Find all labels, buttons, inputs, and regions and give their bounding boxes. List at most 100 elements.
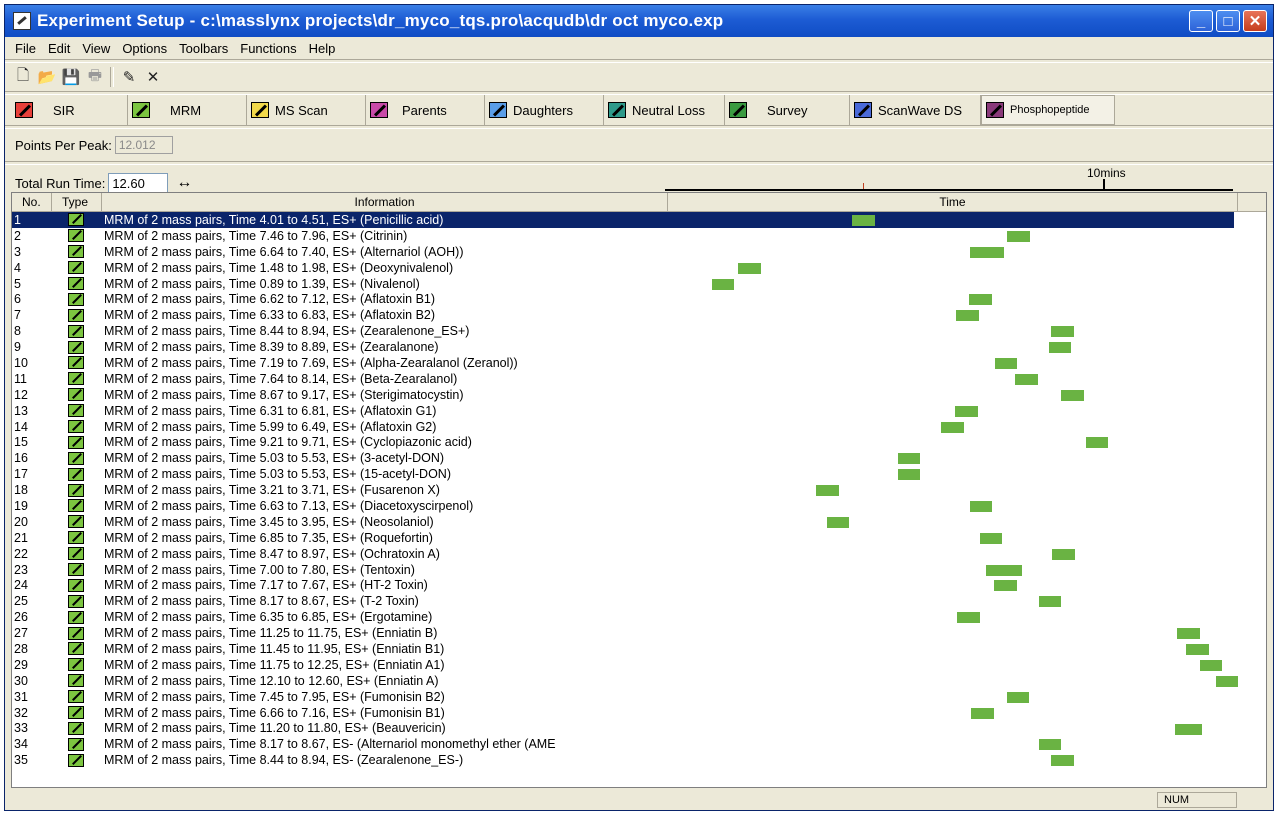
table-row[interactable]: 19 MRM of 2 mass pairs, Time 6.63 to 7.13… [12,498,1266,514]
time-window-bar[interactable] [816,485,839,497]
time-window-bar[interactable] [1006,691,1030,703]
time-window-bar[interactable] [1177,628,1200,640]
time-window-bar[interactable] [956,310,979,322]
menu-toolbars[interactable]: Toolbars [173,41,234,56]
function-parents-button[interactable]: Parents [366,95,485,125]
menu-help[interactable]: Help [303,41,342,56]
table-row[interactable]: 26 MRM of 2 mass pairs, Time 6.35 to 6.85… [12,609,1266,625]
table-row[interactable]: 29 MRM of 2 mass pairs, Time 11.75 to 12.… [12,657,1266,673]
menu-options[interactable]: Options [116,41,173,56]
resize-arrow-icon[interactable]: ↔ [176,174,192,192]
time-window-bar[interactable] [1175,723,1203,735]
table-row[interactable]: 3 MRM of 2 mass pairs, Time 6.64 to 7.40,… [12,244,1266,260]
save-icon[interactable]: 💾 [59,66,83,88]
table-row[interactable]: 23 MRM of 2 mass pairs, Time 7.00 to 7.80… [12,562,1266,578]
column-type[interactable]: Type [52,193,102,211]
menu-file[interactable]: File [9,41,42,56]
column-time[interactable]: Time [668,193,1238,211]
table-row[interactable]: 15 MRM of 2 mass pairs, Time 9.21 to 9.71… [12,434,1266,450]
table-row[interactable]: 5 MRM of 2 mass pairs, Time 0.89 to 1.39,… [12,276,1266,292]
time-window-bar[interactable] [1186,644,1209,656]
minimize-button[interactable]: _ [1189,10,1213,32]
table-row[interactable]: 14 MRM of 2 mass pairs, Time 5.99 to 6.49… [12,419,1266,435]
table-row[interactable]: 32 MRM of 2 mass pairs, Time 6.66 to 7.16… [12,705,1266,721]
table-row[interactable]: 8 MRM of 2 mass pairs, Time 8.44 to 8.94,… [12,323,1266,339]
table-row[interactable]: 6 MRM of 2 mass pairs, Time 6.62 to 7.12,… [12,291,1266,307]
table-row[interactable]: 31 MRM of 2 mass pairs, Time 7.45 to 7.95… [12,689,1266,705]
table-row[interactable]: 7 MRM of 2 mass pairs, Time 6.33 to 6.83,… [12,307,1266,323]
table-row[interactable]: 2 MRM of 2 mass pairs, Time 7.46 to 7.96,… [12,228,1266,244]
column-no[interactable]: No. [12,193,52,211]
function-survey-button[interactable]: Survey [725,95,850,125]
table-row[interactable]: 35 MRM of 2 mass pairs, Time 8.44 to 8.94… [12,752,1266,768]
table-row[interactable]: 34 MRM of 2 mass pairs, Time 8.17 to 8.67… [12,736,1266,752]
table-row[interactable]: 11 MRM of 2 mass pairs, Time 7.64 to 8.14… [12,371,1266,387]
function-scanwave-ds-button[interactable]: ScanWave DS [850,95,981,125]
maximize-button[interactable]: □ [1216,10,1240,32]
time-window-bar[interactable] [979,532,1003,544]
time-window-bar[interactable] [1199,659,1223,671]
menu-edit[interactable]: Edit [42,41,76,56]
time-window-bar[interactable] [970,246,1005,258]
table-row[interactable]: 13 MRM of 2 mass pairs, Time 6.31 to 6.81… [12,403,1266,419]
table-row[interactable]: 21 MRM of 2 mass pairs, Time 6.85 to 7.35… [12,530,1266,546]
time-window-bar[interactable] [1048,342,1072,354]
time-window-bar[interactable] [994,580,1017,592]
time-window-bar[interactable] [955,405,978,417]
table-row[interactable]: 9 MRM of 2 mass pairs, Time 8.39 to 8.89,… [12,339,1266,355]
time-window-bar[interactable] [897,453,921,465]
table-row[interactable]: 4 MRM of 2 mass pairs, Time 1.48 to 1.98,… [12,260,1266,276]
delete-icon[interactable]: ✕ [141,66,165,88]
time-window-bar[interactable] [941,421,964,433]
menu-functions[interactable]: Functions [234,41,302,56]
time-window-bar[interactable] [897,469,921,481]
time-window-bar[interactable] [1052,548,1075,560]
function-mrm-button[interactable]: MRM [128,95,247,125]
table-row[interactable]: 33 MRM of 2 mass pairs, Time 11.20 to 11.… [12,721,1266,737]
time-window-bar[interactable] [711,278,735,290]
time-window-bar[interactable] [1051,755,1074,767]
close-button[interactable]: ✕ [1243,10,1267,32]
open-folder-icon[interactable]: 📂 [35,66,59,88]
table-row[interactable]: 16 MRM of 2 mass pairs, Time 5.03 to 5.53… [12,450,1266,466]
time-window-bar[interactable] [969,294,992,306]
time-window-bar[interactable] [738,262,761,274]
table-row[interactable]: 18 MRM of 2 mass pairs, Time 3.21 to 3.71… [12,482,1266,498]
time-window-bar[interactable] [1039,739,1062,751]
table-row[interactable]: 1 MRM of 2 mass pairs, Time 4.01 to 4.51,… [12,212,1234,228]
table-row[interactable]: 17 MRM of 2 mass pairs, Time 5.03 to 5.53… [12,466,1266,482]
table-row[interactable]: 22 MRM of 2 mass pairs, Time 8.47 to 8.97… [12,546,1266,562]
table-row[interactable]: 10 MRM of 2 mass pairs, Time 7.19 to 7.69… [12,355,1266,371]
table-row[interactable]: 30 MRM of 2 mass pairs, Time 12.10 to 12.… [12,673,1266,689]
time-window-bar[interactable] [1039,596,1062,608]
edit-icon[interactable]: ✎ [117,66,141,88]
total-run-time-field[interactable]: 12.60 [108,173,169,193]
function-sir-button[interactable]: SIR [11,95,128,125]
table-row[interactable]: 20 MRM of 2 mass pairs, Time 3.45 to 3.95… [12,514,1266,530]
function-phosphopeptide-button[interactable]: Phosphopeptide [981,95,1115,125]
time-window-bar[interactable] [1007,230,1030,242]
time-window-bar[interactable] [1015,373,1038,385]
time-window-bar[interactable] [1061,389,1084,401]
table-row[interactable]: 27 MRM of 2 mass pairs, Time 11.25 to 11.… [12,625,1266,641]
time-window-bar[interactable] [1051,326,1074,338]
time-window-bar[interactable] [986,564,1023,576]
time-window-bar[interactable] [969,501,993,513]
print-icon[interactable]: 🖶 [83,66,107,88]
time-window-bar[interactable] [957,612,980,624]
function-neutral-loss-button[interactable]: Neutral Loss [604,95,725,125]
column-information[interactable]: Information [102,193,668,211]
time-window-bar[interactable] [1215,675,1238,687]
time-window-bar[interactable] [826,516,850,528]
table-row[interactable]: 24 MRM of 2 mass pairs, Time 7.17 to 7.67… [12,577,1266,593]
time-window-bar[interactable] [994,358,1018,370]
function-daughters-button[interactable]: Daughters [485,95,604,125]
new-file-icon[interactable]: 🗋 [11,66,35,88]
table-row[interactable]: 28 MRM of 2 mass pairs, Time 11.45 to 11.… [12,641,1266,657]
function-ms-scan-button[interactable]: MS Scan [247,95,366,125]
table-row[interactable]: 12 MRM of 2 mass pairs, Time 8.67 to 9.17… [12,387,1266,403]
time-window-bar[interactable] [852,215,875,226]
menu-view[interactable]: View [76,41,116,56]
time-window-bar[interactable] [1085,437,1109,449]
table-row[interactable]: 25 MRM of 2 mass pairs, Time 8.17 to 8.67… [12,593,1266,609]
